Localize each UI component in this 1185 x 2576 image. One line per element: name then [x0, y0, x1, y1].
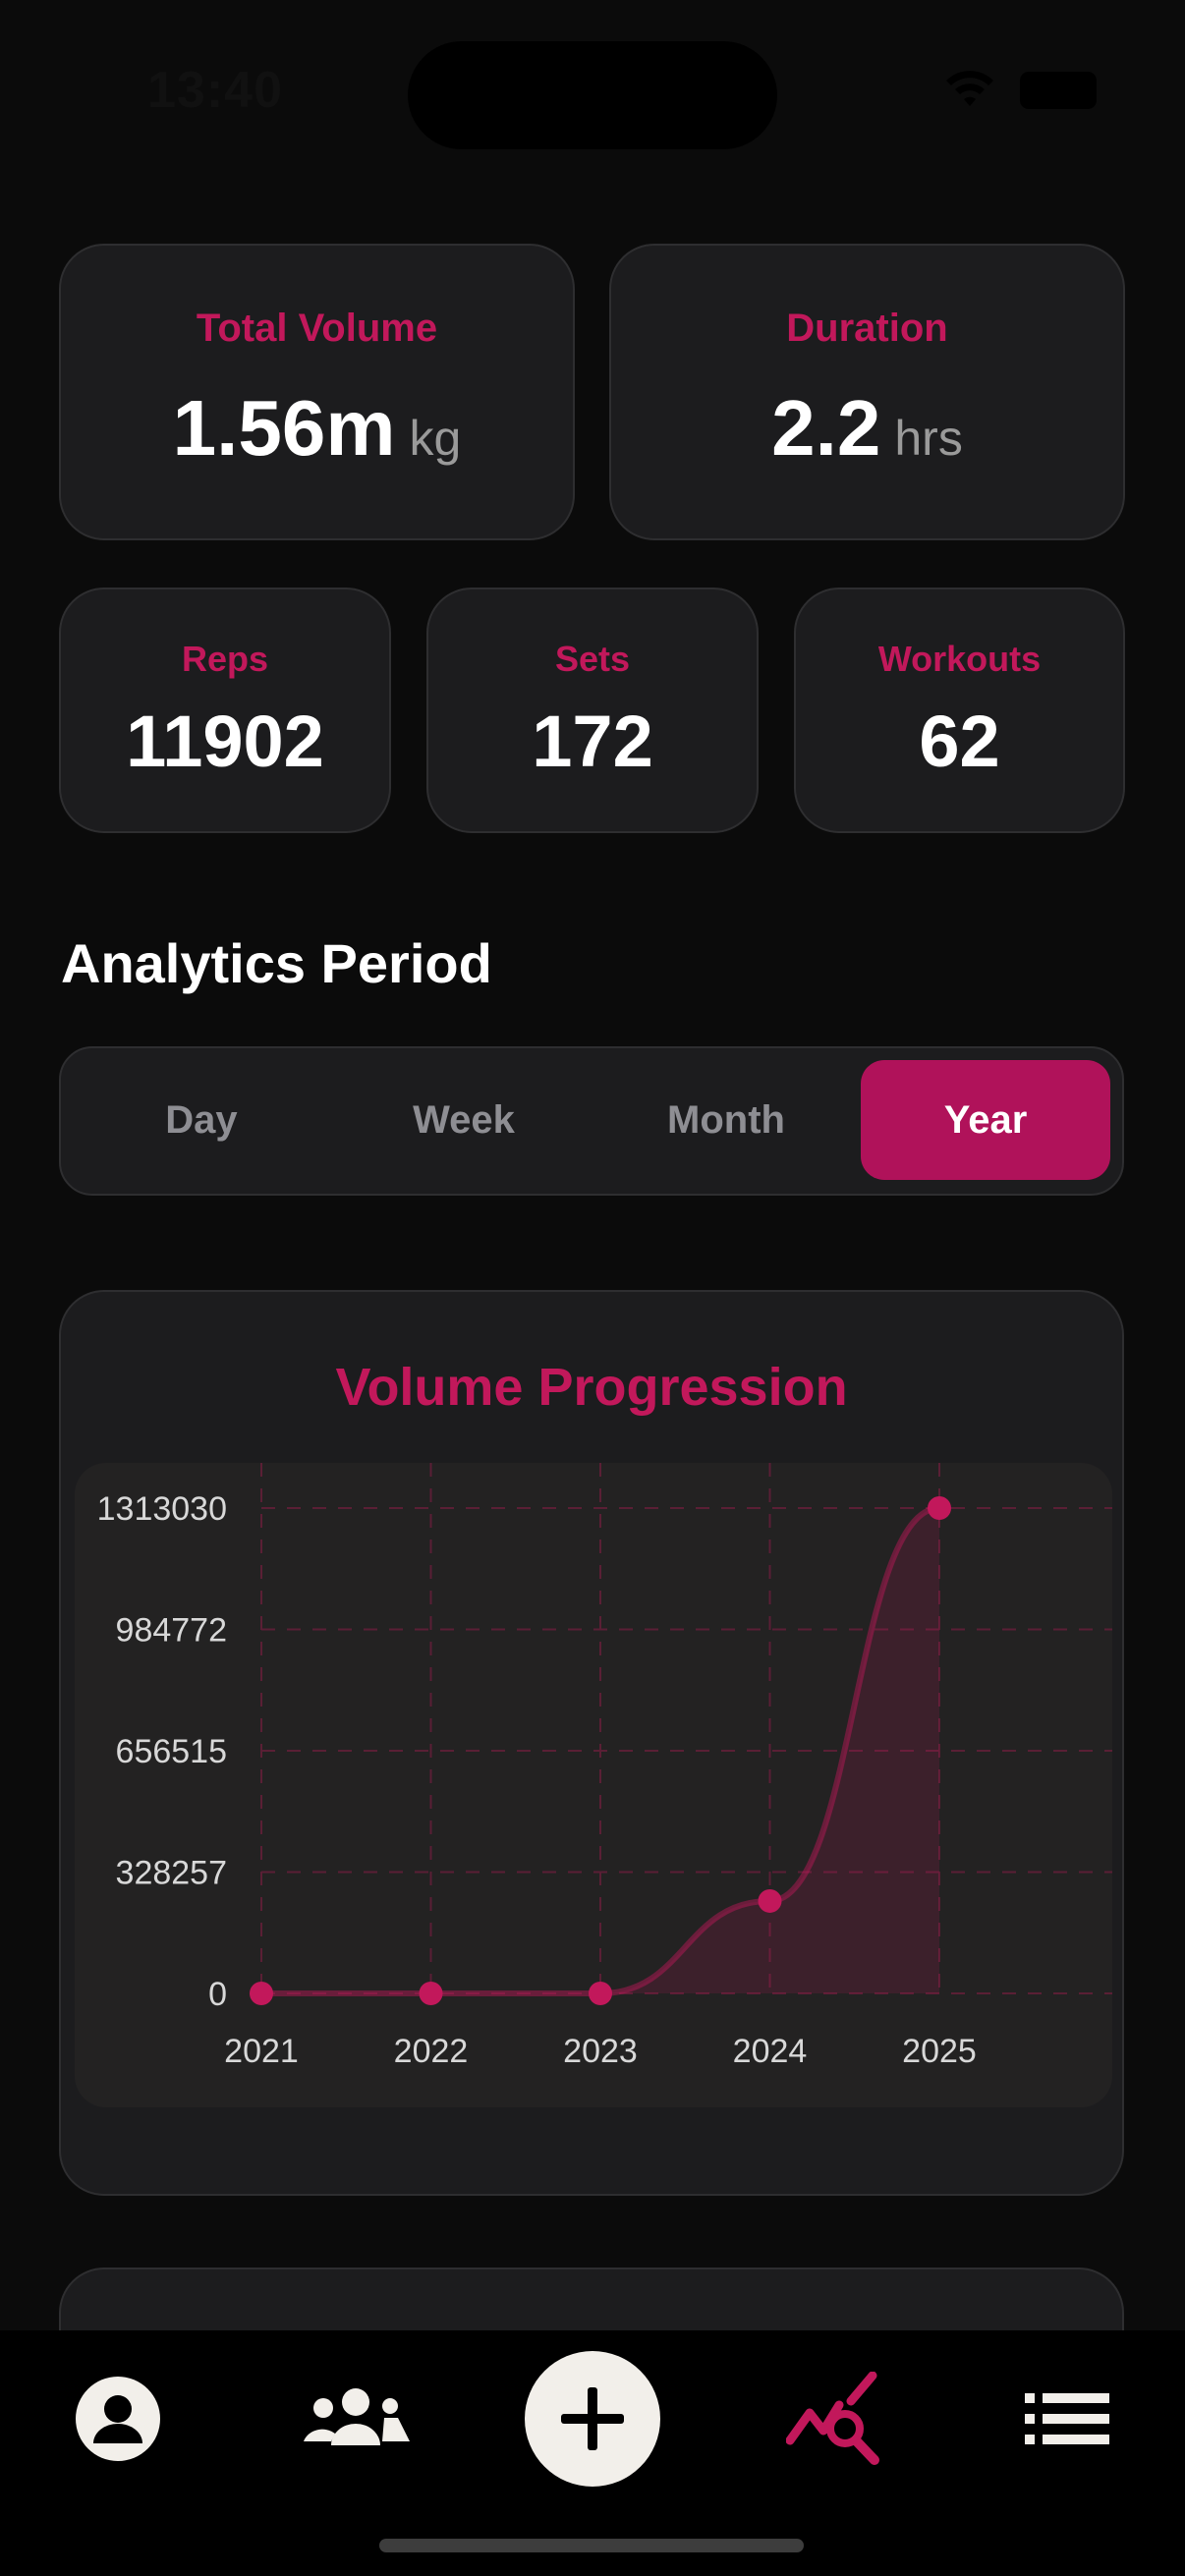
- y-tick-label: 328257: [116, 1855, 227, 1892]
- data-point: [758, 1888, 782, 1913]
- community-icon: [304, 2388, 410, 2445]
- analytics-period-title: Analytics Period: [61, 932, 492, 994]
- profile-icon: [76, 2377, 160, 2461]
- period-week[interactable]: Week: [339, 1060, 589, 1180]
- status-icons: [943, 71, 1097, 110]
- y-tick-label: 984772: [116, 1612, 227, 1650]
- chart-title: Volume Progression: [335, 1358, 848, 1417]
- duration-value: 2.2 hrs: [611, 383, 1123, 474]
- status-time: 13:40: [147, 62, 283, 119]
- add-workout-button[interactable]: [525, 2351, 660, 2487]
- duration-number: 2.2: [771, 384, 881, 472]
- chart-area: 0 328257 656515 984772 1313030 2021 2022 2023 20…: [75, 1463, 1112, 2107]
- reps-label: Reps: [181, 639, 269, 679]
- period-day[interactable]: Day: [77, 1060, 326, 1180]
- reps-card: Reps 11902: [59, 588, 391, 833]
- battery-icon: [1020, 72, 1097, 109]
- data-point: [419, 1982, 443, 2005]
- y-tick-label: 1313030: [97, 1490, 227, 1528]
- tab-list[interactable]: [1008, 2365, 1126, 2473]
- tab-profile[interactable]: [59, 2365, 177, 2473]
- tab-analytics[interactable]: [776, 2365, 894, 2473]
- y-tick-label: 0: [208, 1976, 227, 2013]
- sets-label: Sets: [554, 639, 631, 679]
- total-volume-label: Total Volume: [196, 307, 438, 350]
- home-indicator: [379, 2539, 804, 2552]
- workouts-card: Workouts 62: [794, 588, 1125, 833]
- sets-card: Sets 172: [426, 588, 759, 833]
- reps-value: 11902: [126, 700, 324, 782]
- sets-value: 172: [532, 700, 653, 782]
- y-tick-label: 656515: [116, 1733, 227, 1770]
- x-tick-label: 2023: [563, 2033, 638, 2070]
- duration-card: Duration 2.2 hrs: [609, 244, 1125, 540]
- duration-unit: hrs: [894, 411, 963, 466]
- workouts-label: Workouts: [877, 639, 1042, 679]
- dynamic-island: [408, 41, 777, 149]
- volume-progression-card: Volume Progression 0 328257 656515 984772 13…: [59, 1290, 1124, 2196]
- period-year[interactable]: Year: [861, 1060, 1110, 1180]
- data-point: [928, 1496, 951, 1520]
- x-tick-label: 2024: [733, 2033, 808, 2070]
- x-tick-label: 2022: [394, 2033, 469, 2070]
- period-month[interactable]: Month: [601, 1060, 851, 1180]
- data-point: [250, 1982, 273, 2005]
- tab-community[interactable]: [297, 2365, 415, 2473]
- total-volume-number: 1.56m: [172, 384, 396, 472]
- analytics-icon: [786, 2372, 879, 2465]
- total-volume-value: 1.56m kg: [61, 383, 573, 474]
- workouts-value: 62: [919, 700, 1000, 782]
- x-tick-label: 2025: [902, 2033, 977, 2070]
- total-volume-unit: kg: [409, 411, 462, 466]
- duration-label: Duration: [786, 307, 948, 350]
- volume-chart: 0 328257 656515 984772 1313030 2021 2022 2023 20…: [97, 1463, 1112, 2070]
- total-volume-card: Total Volume 1.56m kg: [59, 244, 575, 540]
- list-icon: [1025, 2393, 1109, 2444]
- data-point: [589, 1982, 612, 2005]
- add-icon: [561, 2387, 624, 2450]
- x-tick-label: 2021: [224, 2033, 299, 2070]
- wifi-icon: [946, 71, 993, 106]
- period-selector: Day Week Month Year: [59, 1046, 1124, 1196]
